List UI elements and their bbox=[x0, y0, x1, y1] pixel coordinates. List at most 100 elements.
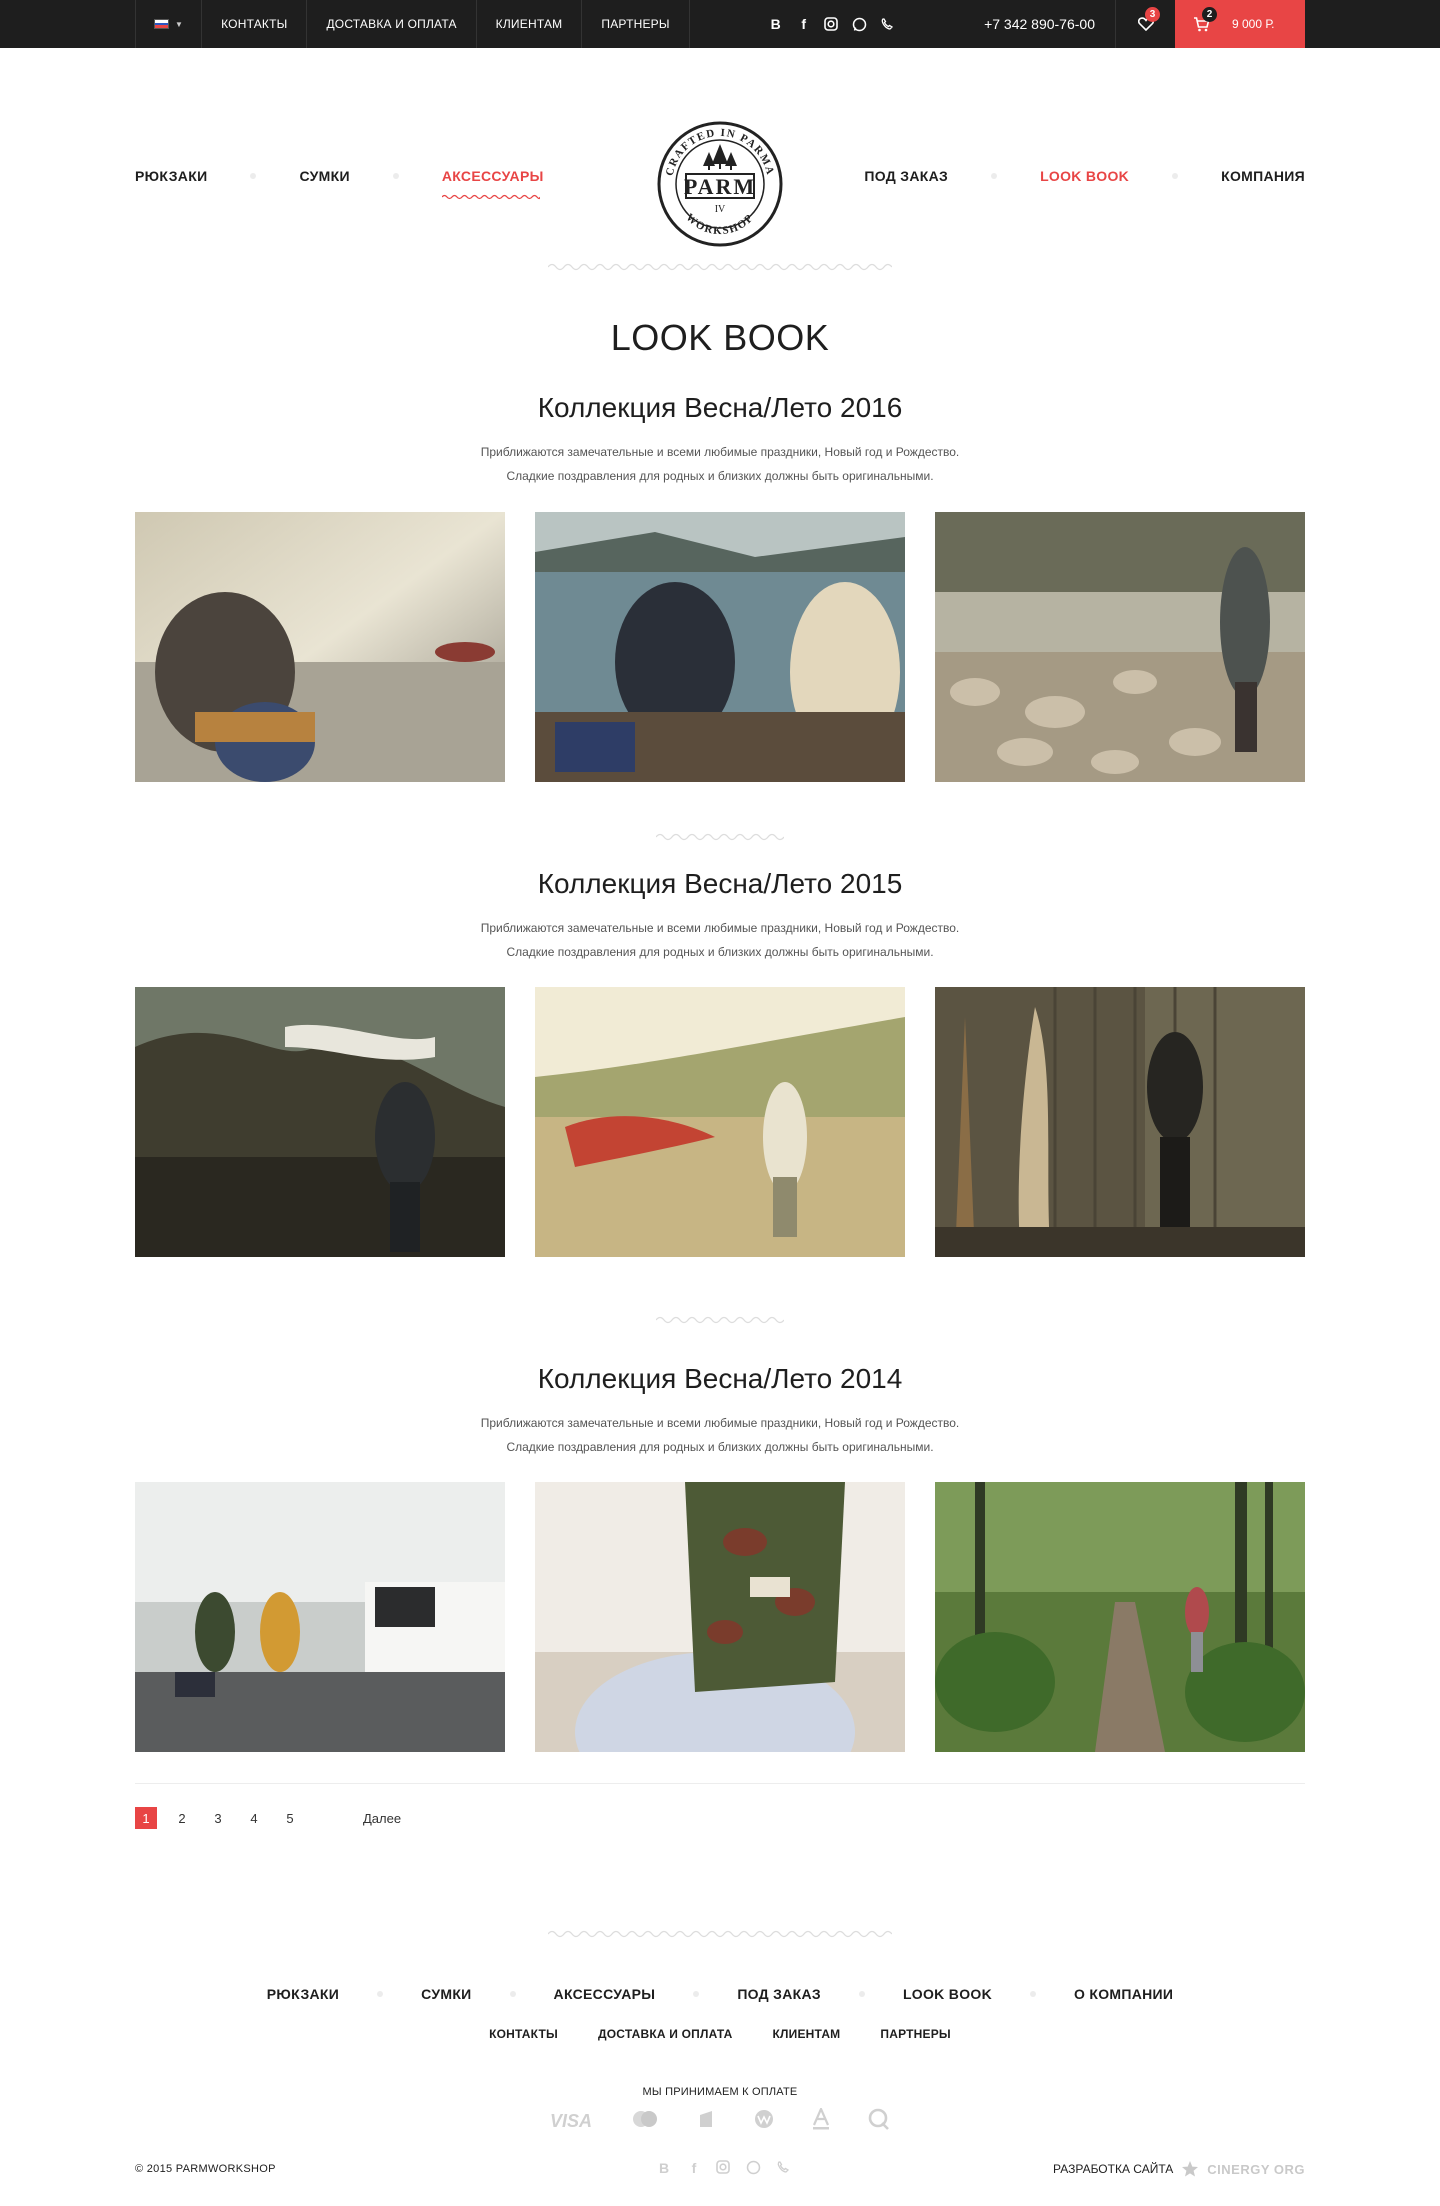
payment-label: МЫ ПРИНИМАЕМ К ОПЛАТЕ bbox=[642, 2086, 798, 2098]
pagination-divider bbox=[135, 1783, 1305, 1784]
footer-link-partners[interactable]: ПАРТНЕРЫ bbox=[880, 2027, 951, 2041]
collection-title: Коллекция Весна/Лето 2015 bbox=[537, 868, 903, 899]
lookbook-photo[interactable] bbox=[535, 512, 905, 782]
footer-link-contacts[interactable]: КОНТАКТЫ bbox=[489, 2027, 558, 2041]
collection-desc-line: Приближаются замечательные и всеми любим… bbox=[480, 445, 960, 459]
footer-link-delivery[interactable]: ДОСТАВКА И ОПЛАТА bbox=[598, 2027, 733, 2041]
alfa-bank-icon bbox=[812, 2106, 830, 2135]
nav-item-lookbook[interactable]: LOOK BOOK bbox=[1040, 168, 1129, 184]
yandex-money-icon bbox=[698, 2109, 716, 2134]
nav-item-accessories-label: АКСЕССУАРЫ bbox=[441, 168, 544, 184]
collection-description: Приближаются замечательные и всеми любим… bbox=[0, 440, 1440, 488]
chevron-down-icon: ▼ bbox=[175, 19, 184, 29]
star-icon bbox=[1182, 2161, 1199, 2177]
viber-icon[interactable] bbox=[776, 2160, 792, 2176]
lookbook-photo[interactable] bbox=[535, 987, 905, 1257]
cart-count-badge: 2 bbox=[1202, 7, 1217, 22]
collection-desc-line: Приближаются замечательные и всеми любим… bbox=[480, 921, 960, 935]
footer-link-backpacks[interactable]: РЮКЗАКИ bbox=[267, 1986, 339, 2002]
lookbook-photo[interactable] bbox=[135, 987, 505, 1257]
developer-label: РАЗРАБОТКА САЙТА bbox=[1053, 2162, 1174, 2176]
developer-brand: CINERGY ORG bbox=[1207, 2161, 1305, 2177]
nav-item-backpacks[interactable]: РЮКЗАКИ bbox=[135, 168, 207, 184]
lookbook-photo[interactable] bbox=[935, 512, 1305, 782]
nav-item-company[interactable]: КОМПАНИЯ bbox=[1221, 168, 1305, 184]
collection-desc-line: Сладкие поздравления для родных и близки… bbox=[506, 945, 934, 959]
nav-separator bbox=[693, 1991, 700, 1997]
next-page-link[interactable]: Далее bbox=[363, 1811, 401, 1826]
nav-item-bags[interactable]: СУМКИ bbox=[299, 168, 349, 184]
section-wave-divider bbox=[656, 1316, 784, 1324]
qiwi-icon bbox=[868, 2108, 890, 2135]
footer-socials: B f bbox=[656, 2160, 792, 2176]
favorites-button[interactable]: 3 bbox=[1115, 0, 1175, 48]
footer-link-bags[interactable]: СУМКИ bbox=[421, 1986, 471, 2002]
topbar-link-clients[interactable]: КЛИЕНТАМ bbox=[475, 0, 582, 48]
nav-separator bbox=[858, 1991, 865, 1997]
mastercard-icon bbox=[630, 2110, 660, 2133]
footer-link-lookbook[interactable]: LOOK BOOK bbox=[903, 1986, 992, 2002]
page-link[interactable]: 1 bbox=[135, 1807, 157, 1829]
lookbook-photo[interactable] bbox=[935, 1482, 1305, 1752]
topbar-link-contacts[interactable]: КОНТАКТЫ bbox=[201, 0, 306, 48]
footer-link-clients[interactable]: КЛИЕНТАМ bbox=[773, 2027, 841, 2041]
collection-desc-line: Сладкие поздравления для родных и близки… bbox=[506, 469, 934, 483]
page-link[interactable]: 2 bbox=[171, 1807, 193, 1829]
footer-nav-secondary: КОНТАКТЫ ДОСТАВКА И ОПЛАТА КЛИЕНТАМ ПАРТ… bbox=[0, 2027, 1440, 2041]
lookbook-photo[interactable] bbox=[535, 1482, 905, 1752]
page-link[interactable]: 4 bbox=[243, 1807, 265, 1829]
footer-link-accessories[interactable]: АКСЕССУАРЫ bbox=[554, 1986, 656, 2002]
logo-main-text: PARM bbox=[684, 174, 756, 199]
whatsapp-icon[interactable] bbox=[852, 17, 868, 32]
footer-nav-main: РЮКЗАКИ СУМКИ АКСЕССУАРЫ ПОД ЗАКАЗ LOOK … bbox=[0, 1986, 1440, 2002]
page-link[interactable]: 5 bbox=[279, 1807, 301, 1829]
nav-separator bbox=[377, 1991, 384, 1997]
collection-title: Коллекция Весна/Лето 2014 bbox=[537, 1363, 903, 1394]
russia-flag-icon bbox=[154, 19, 169, 29]
topbar-socials: B f bbox=[768, 0, 896, 48]
footer-link-custom-order[interactable]: ПОД ЗАКАЗ bbox=[737, 1986, 821, 2002]
facebook-icon[interactable]: f bbox=[796, 16, 812, 32]
nav-item-custom-order[interactable]: ПОД ЗАКАЗ bbox=[864, 168, 948, 184]
nav-separator bbox=[509, 1991, 516, 1997]
page-link[interactable]: 3 bbox=[207, 1807, 229, 1829]
section-wave-divider bbox=[656, 833, 784, 841]
lookbook-photo[interactable] bbox=[135, 1482, 505, 1752]
topbar-link-delivery[interactable]: ДОСТАВКА И ОПЛАТА bbox=[306, 0, 475, 48]
active-wave-underline bbox=[441, 194, 540, 200]
vk-icon[interactable]: B bbox=[768, 16, 784, 32]
collection-desc-line: Сладкие поздравления для родных и близки… bbox=[506, 1440, 934, 1454]
instagram-icon[interactable] bbox=[823, 17, 840, 31]
nav-separator bbox=[392, 173, 399, 179]
header-wave-divider bbox=[548, 263, 892, 271]
cart-total: 9 000 Р. bbox=[1232, 17, 1275, 31]
visa-icon: VISA bbox=[549, 2111, 592, 2131]
webmoney-icon bbox=[754, 2109, 774, 2134]
language-selector[interactable]: ▼ bbox=[135, 0, 201, 48]
parm-workshop-logo[interactable]: CRAFTED IN PARMA WORKSHOP PARM IV bbox=[656, 120, 784, 248]
lookbook-photo[interactable] bbox=[135, 512, 505, 782]
developer-credit[interactable]: РАЗРАБОТКА САЙТА CINERGY ORG bbox=[1053, 2160, 1305, 2178]
cart-button[interactable]: 2 9 000 Р. bbox=[1175, 0, 1305, 48]
instagram-icon[interactable] bbox=[716, 2160, 732, 2176]
page-title: LOOK BOOK bbox=[610, 317, 830, 358]
copyright: © 2015 PARMWORKSHOP bbox=[135, 2163, 276, 2175]
facebook-icon[interactable]: f bbox=[686, 2160, 702, 2176]
collection-desc-line: Приближаются замечательные и всеми любим… bbox=[480, 1416, 960, 1430]
nav-separator bbox=[1172, 173, 1179, 179]
nav-separator bbox=[991, 173, 998, 179]
footer-link-about[interactable]: О КОМПАНИИ bbox=[1074, 1986, 1173, 2002]
vk-icon[interactable]: B bbox=[656, 2160, 672, 2176]
viber-icon[interactable] bbox=[880, 17, 896, 31]
phone-number[interactable]: +7 342 890-76-00 bbox=[984, 0, 1095, 48]
topbar-link-partners[interactable]: ПАРТНЕРЫ bbox=[581, 0, 690, 48]
nav-separator bbox=[1029, 1991, 1036, 1997]
lookbook-photo[interactable] bbox=[935, 987, 1305, 1257]
collection-title: Коллекция Весна/Лето 2016 bbox=[537, 392, 903, 423]
nav-item-accessories[interactable]: АКСЕССУАРЫ bbox=[441, 168, 544, 200]
whatsapp-icon[interactable] bbox=[746, 2160, 762, 2176]
collection-description: Приближаются замечательные и всеми любим… bbox=[0, 916, 1440, 964]
top-bar: ▼ КОНТАКТЫ ДОСТАВКА И ОПЛАТА КЛИЕНТАМ ПА… bbox=[0, 0, 1440, 48]
logo-bottom-text: WORKSHOP bbox=[684, 211, 755, 237]
trees-icon bbox=[703, 144, 737, 170]
